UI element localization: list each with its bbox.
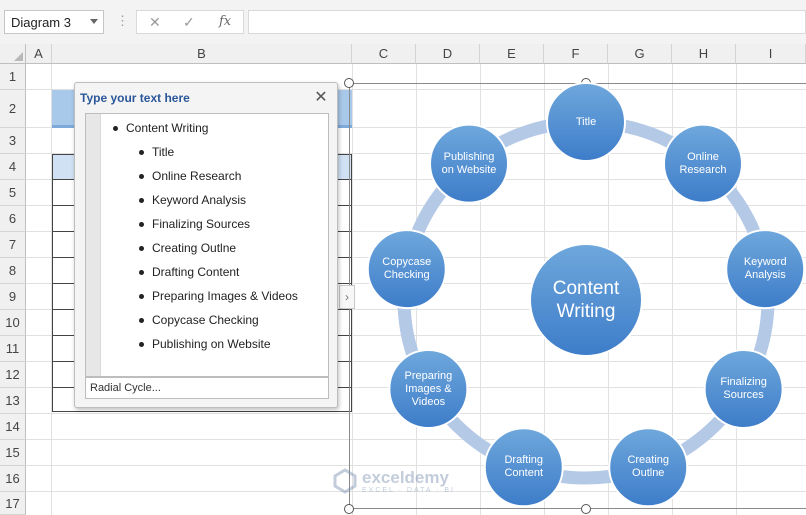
cycle-node-label: Online Research <box>679 150 727 176</box>
cycle-node-label: Title <box>575 115 597 128</box>
list-item[interactable]: Creating Outlne <box>101 236 328 260</box>
list-item[interactable]: Drafting Content <box>101 260 328 284</box>
text-pane-title: Type your text here <box>80 91 190 105</box>
list-item[interactable]: Preparing Images & Videos <box>101 284 328 308</box>
list-item[interactable]: Copycase Checking <box>101 308 328 332</box>
chevron-right-icon[interactable]: › <box>339 285 355 309</box>
cycle-node-label: Publishing on Website <box>441 150 497 176</box>
cycle-node-label: Copycase Checking <box>382 256 432 282</box>
text-pane: Type your text here ✕ Content Writing Ti… <box>74 82 338 408</box>
cycle-node-label: Preparing Images & Videos <box>404 369 453 408</box>
watermark: exceldemy EXCEL · DATA · BI <box>332 468 455 494</box>
cycle-node-label: Drafting Content <box>504 454 544 480</box>
center-node-label: Content Writing <box>552 278 620 322</box>
text-pane-list[interactable]: Content Writing Title Online Research Ke… <box>85 113 329 377</box>
list-item[interactable]: Content Writing <box>101 116 328 140</box>
close-icon[interactable]: ✕ <box>313 87 329 107</box>
cycle-node-label: Keyword Analysis <box>743 256 787 282</box>
list-item[interactable]: Online Research <box>101 164 328 188</box>
watermark-tagline: EXCEL · DATA · BI <box>362 486 455 494</box>
layout-name-link[interactable]: Radial Cycle... <box>85 377 329 399</box>
cycle-node-label: Finalizing Sources <box>720 376 767 401</box>
exceldemy-logo <box>333 468 357 494</box>
list-item[interactable]: Title <box>101 140 328 164</box>
list-item[interactable]: Keyword Analysis <box>101 188 328 212</box>
watermark-name: exceldemy <box>362 467 449 487</box>
list-item[interactable]: Publishing on Website <box>101 332 328 356</box>
text-pane-gutter <box>86 114 101 376</box>
list-item[interactable]: Finalizing Sources <box>101 212 328 236</box>
cycle-node-label: Creating Outlne <box>627 454 670 480</box>
